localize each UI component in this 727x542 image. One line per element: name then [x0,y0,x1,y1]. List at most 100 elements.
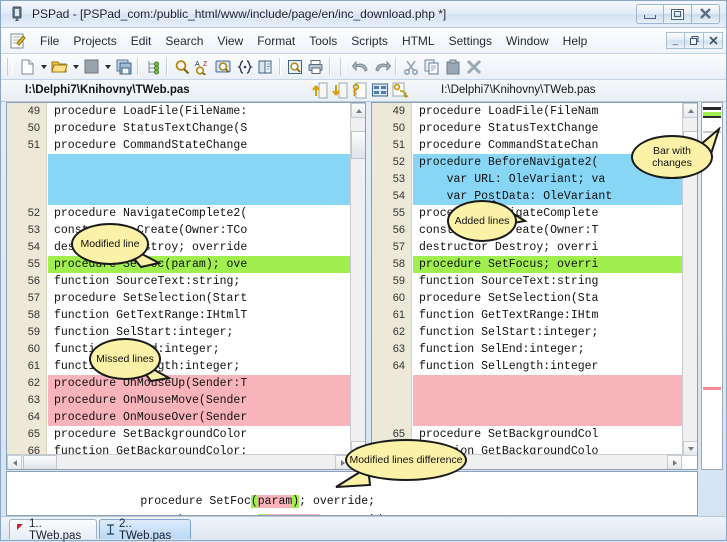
menu-item-view[interactable]: View [210,31,250,51]
code-line-text: function SourceText:string [413,273,598,290]
find-icon[interactable] [171,56,192,77]
next-difference-icon[interactable] [332,82,348,99]
code-row[interactable]: procedure OnMouseMove(Sender [48,392,365,409]
mdi-restore-button[interactable] [685,32,704,49]
scroll-left-arrow-icon[interactable] [7,455,22,470]
code-row[interactable]: function SourceText:string; [48,273,365,290]
menu-item-window[interactable]: Window [499,31,556,51]
code-row[interactable] [48,154,365,171]
close-button[interactable] [692,4,720,24]
gutter-row: 50 [7,120,46,137]
left-vscroll-thumb[interactable] [351,131,366,159]
callout-added-lines-text: Added lines [455,215,510,227]
find-in-files-icon[interactable] [213,56,234,77]
code-row[interactable] [48,188,365,205]
toolbar-grip-2[interactable] [340,58,346,76]
code-row[interactable]: procedure OnMouseOver(Sender [48,409,365,426]
left-code-area[interactable]: procedure LoadFile(FileName:procedure St… [48,103,365,469]
line-number: 55 [28,256,40,273]
code-row[interactable]: procedure LoadFile(FileNam [413,103,697,120]
gutter-row [372,409,411,426]
code-row[interactable]: procedure OnMouseUp(Sender:T [48,375,365,392]
save-all-icon[interactable] [113,56,134,77]
code-row[interactable] [413,375,697,392]
toolbar-grip[interactable] [7,58,13,76]
scroll-down-arrow-icon[interactable] [683,441,698,456]
code-row[interactable]: procedure SetFocus; overri [413,256,697,273]
new-file-dropdown[interactable] [38,56,49,77]
code-row[interactable]: function SelLength:integer [413,358,697,375]
menu-item-search[interactable]: Search [158,31,210,51]
menu-item-html[interactable]: HTML [395,31,442,51]
print-preview-icon[interactable] [284,56,305,77]
copy-block-icon[interactable] [352,82,368,99]
code-row[interactable]: procedure CommandStateChange [48,137,365,154]
save-file-dropdown[interactable] [102,56,113,77]
left-editor-pane[interactable]: 495051525354555657585960616263646566 pro… [6,102,366,470]
code-row[interactable]: procedure LoadFile(FileName: [48,103,365,120]
mdi-minimize-button[interactable]: _ [666,32,685,49]
cut-icon[interactable] [400,56,421,77]
maximize-button[interactable] [664,4,692,24]
tab-tweb-2[interactable]: 2.. TWeb.pas [99,519,191,539]
code-row[interactable] [413,409,697,426]
menu-item-tools[interactable]: Tools [302,31,344,51]
scroll-right-arrow-icon[interactable] [667,455,682,470]
open-file-icon[interactable] [49,56,70,77]
left-horizontal-scrollbar[interactable] [7,454,350,469]
code-row[interactable]: destructor Destroy; overri [413,239,697,256]
menu-item-settings[interactable]: Settings [442,31,499,51]
menu-item-format[interactable]: Format [250,31,302,51]
code-row[interactable]: function SourceText:string [413,273,697,290]
code-row[interactable]: function GetTextRange:IHtm [413,307,697,324]
recompare-icon[interactable] [392,82,408,99]
braces-icon[interactable] [234,56,255,77]
code-row[interactable]: procedure SetBackgroundCol [413,426,697,443]
menu-item-help[interactable]: Help [556,31,595,51]
delete-icon[interactable] [463,56,484,77]
redo-icon[interactable] [371,56,392,77]
paste-icon[interactable] [442,56,463,77]
code-line-text: procedure StatusTextChange(S [48,120,247,137]
code-explorer-icon[interactable] [142,56,163,77]
code-row[interactable]: procedure NavigateComplete2( [48,205,365,222]
menu-item-projects[interactable]: Projects [66,31,123,51]
minimize-button[interactable] [636,4,664,24]
code-row[interactable]: procedure StatusTextChange(S [48,120,365,137]
code-row[interactable]: function SelStart:integer; [48,324,365,341]
prev-difference-icon[interactable] [312,82,328,99]
menu-item-edit[interactable]: Edit [124,31,159,51]
scroll-up-arrow-icon[interactable] [351,103,366,118]
undo-icon[interactable] [350,56,371,77]
print-icon[interactable] [305,56,326,77]
menu-item-scripts[interactable]: Scripts [344,31,395,51]
dictionary-icon[interactable] [255,56,276,77]
tab-tweb-1[interactable]: 1.. TWeb.pas [9,519,97,539]
code-row[interactable]: function SelStart:integer; [413,324,697,341]
line-number: 64 [393,358,405,375]
code-line-text: function GetTextRange:IHtm [413,307,598,324]
code-row[interactable]: procedure SetSelection(Sta [413,290,697,307]
replace-icon[interactable]: AZ [192,56,213,77]
copy-icon[interactable] [421,56,442,77]
compare-icon[interactable] [372,82,388,99]
line-number: 62 [393,324,405,341]
code-row[interactable] [48,171,365,188]
code-row[interactable]: procedure SetBackgroundColor [48,426,365,443]
code-row[interactable]: function GetTextRange:IHtmlT [48,307,365,324]
left-vertical-scrollbar[interactable] [350,103,365,456]
left-hscroll-thumb[interactable] [23,455,57,470]
code-row[interactable]: var PostData: OleVariant [413,188,697,205]
menu-item-file[interactable]: File [33,31,66,51]
code-row[interactable] [413,392,697,409]
mdi-close-button[interactable] [704,32,723,49]
open-file-dropdown[interactable] [70,56,81,77]
tab-label-1: 1.. TWeb.pas [29,518,88,542]
diff-panes: 495051525354555657585960616263646566 pro… [1,102,726,470]
code-row[interactable]: function SelEnd:integer; [413,341,697,358]
code-row[interactable]: procedure SetSelection(Start [48,290,365,307]
code-row[interactable]: procedure StatusTextChange [413,120,697,137]
new-file-icon[interactable] [17,56,38,77]
save-file-icon[interactable] [81,56,102,77]
scroll-up-arrow-icon[interactable] [683,103,698,118]
